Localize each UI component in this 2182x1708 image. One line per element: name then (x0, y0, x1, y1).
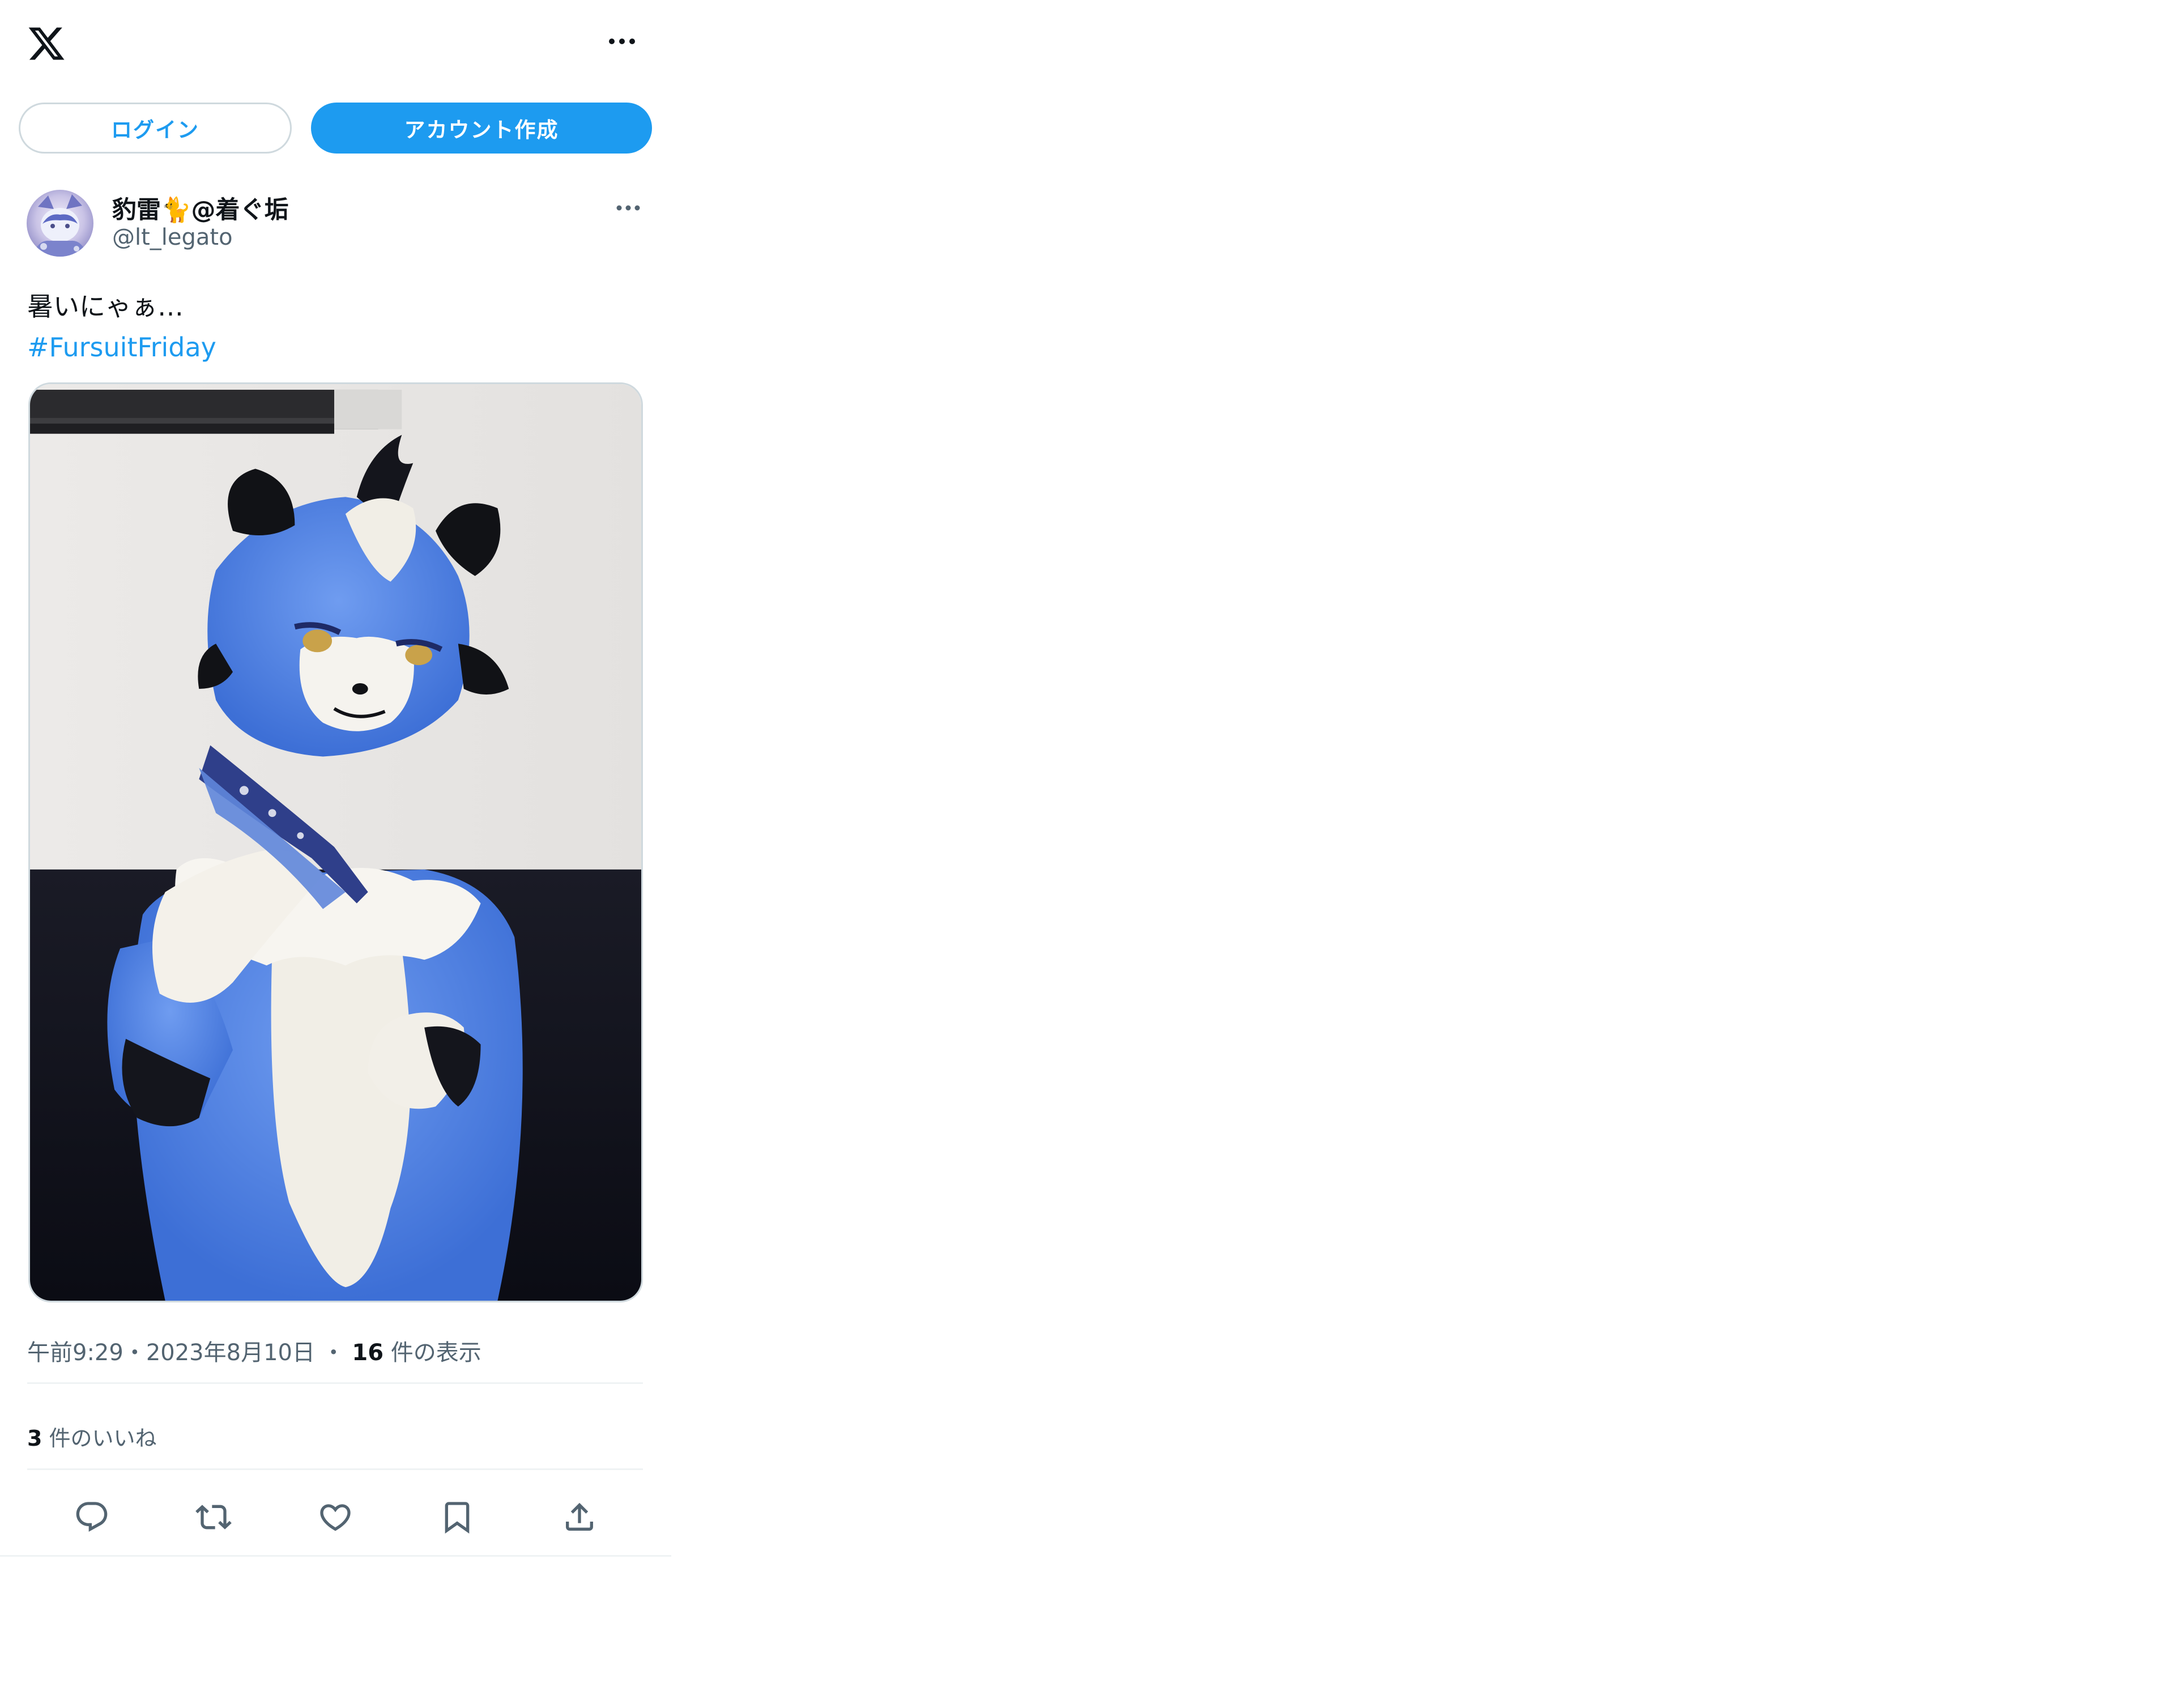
likes-stat[interactable]: 3 件のいいね (27, 1421, 157, 1452)
divider (27, 1468, 643, 1470)
retweet-icon (195, 1499, 232, 1537)
reply-button[interactable] (72, 1498, 112, 1538)
login-button[interactable]: ログイン (19, 103, 292, 154)
tweet-text-line: 暑いにゃぁ… (27, 291, 184, 322)
tweet-date[interactable]: 2023年8月10日 (146, 1340, 315, 1366)
likes-label: 件のいいね (42, 1426, 157, 1451)
retweet-button[interactable] (194, 1498, 233, 1538)
hashtag-link[interactable]: #FursuitFriday (27, 327, 216, 368)
create-account-button[interactable]: アカウント作成 (311, 103, 652, 154)
more-options-icon[interactable] (605, 27, 639, 56)
like-button[interactable] (316, 1498, 355, 1538)
meta-separator: ・ (322, 1340, 345, 1366)
tweet-photo[interactable] (28, 382, 643, 1302)
bookmark-icon (439, 1499, 475, 1537)
tweet-more-icon[interactable] (615, 199, 642, 216)
author-display-name[interactable]: 豹雷🐈@着ぐ垢 (112, 190, 289, 225)
share-icon (561, 1499, 598, 1537)
reply-icon (74, 1499, 110, 1537)
like-icon (317, 1499, 353, 1537)
author-handle[interactable]: @lt_legato (112, 224, 233, 250)
bookmark-button[interactable] (437, 1498, 477, 1538)
x-logo-icon[interactable] (27, 24, 66, 63)
meta-separator: ・ (123, 1340, 146, 1366)
share-button[interactable] (560, 1498, 599, 1538)
tweet-page: ログイン アカウント作成 豹雷🐈@着ぐ垢 @lt_legato 暑いにゃぁ… #… (0, 0, 671, 1557)
avatar[interactable] (27, 190, 93, 257)
tweet-text: 暑いにゃぁ… #FursuitFriday (27, 286, 216, 368)
tweet-meta: 午前9:29・2023年8月10日 ・ 16 件の表示 (27, 1334, 481, 1367)
divider (27, 1382, 643, 1384)
tweet-time[interactable]: 午前9:29 (27, 1340, 123, 1366)
views-count: 16 (352, 1340, 384, 1366)
views-label: 件の表示 (383, 1340, 481, 1366)
likes-count: 3 (27, 1426, 42, 1451)
